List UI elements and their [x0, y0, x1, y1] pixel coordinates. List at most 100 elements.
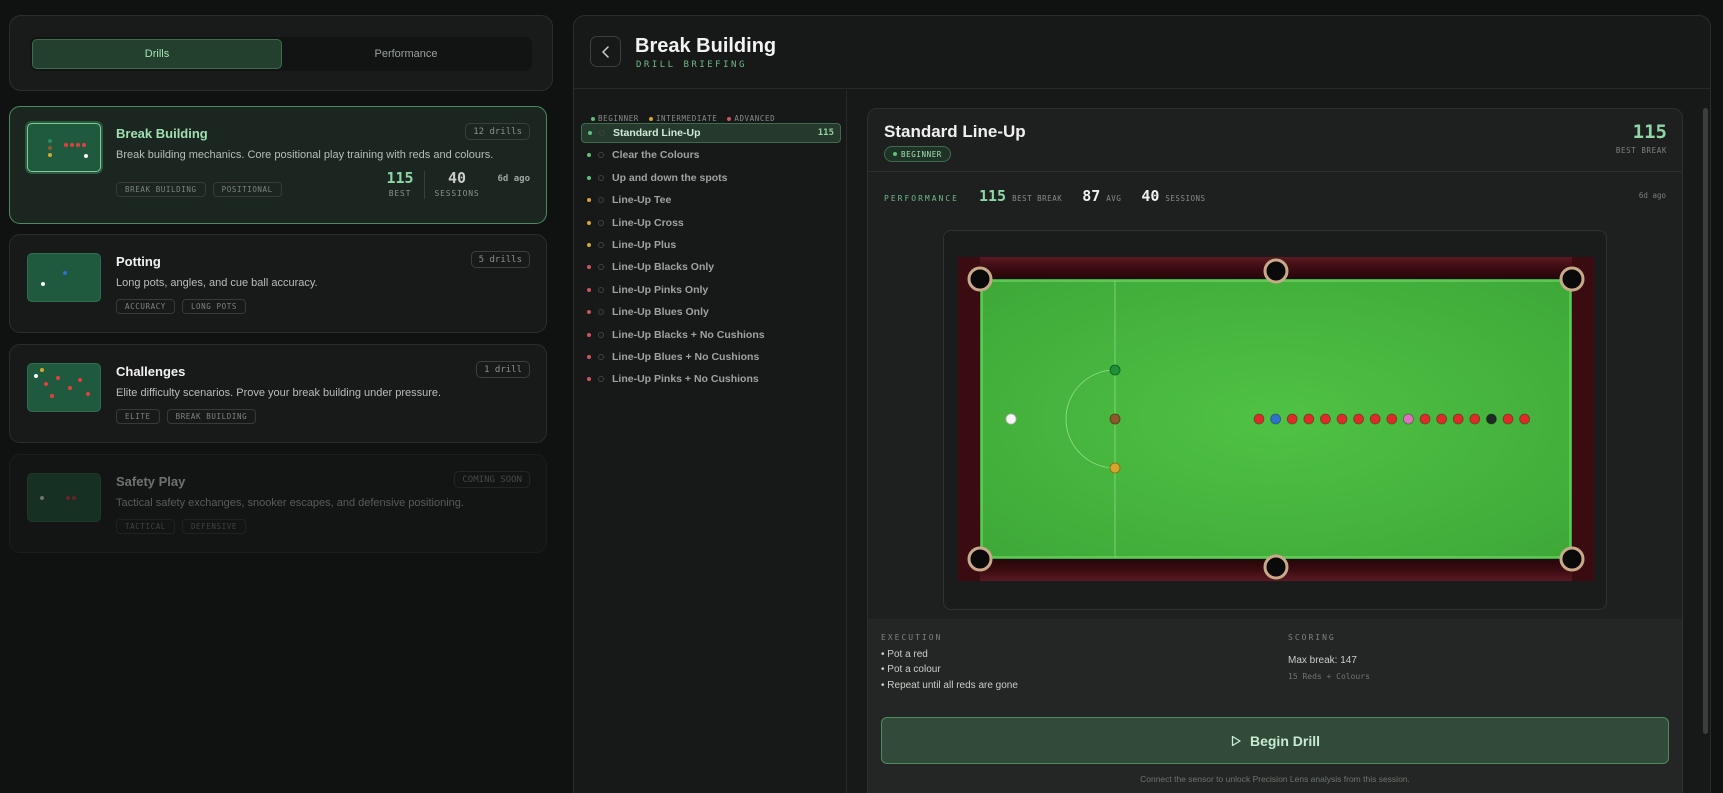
drill-list-item[interactable]: Line-Up Blues Only — [581, 302, 841, 322]
begin-drill-button[interactable]: Begin Drill — [881, 717, 1669, 764]
drill-list-item[interactable]: Line-Up Blues + No Cushions — [581, 347, 841, 367]
drill-count-badge: 1 drill — [476, 361, 530, 378]
perf-sessions: 40 — [1141, 187, 1160, 205]
drill-name: Standard Line-Up — [613, 127, 701, 139]
red-ball — [1319, 413, 1331, 425]
red-ball — [1519, 413, 1530, 425]
last-played: 6d ago — [497, 174, 530, 184]
back-button[interactable] — [590, 36, 621, 67]
drill-briefing-panel: Break Building DRILL BRIEFING BEGINNER I… — [573, 15, 1711, 793]
drill-list-item[interactable]: Line-Up Plus — [581, 235, 841, 255]
drill-title: Standard Line-Up — [884, 122, 1026, 141]
category-card-potting[interactable]: Potting 5 drills Long pots, angles, and … — [9, 234, 547, 333]
drill-name: Line-Up Pinks Only — [612, 283, 709, 296]
red-ball — [1353, 413, 1365, 425]
drill-name: Line-Up Plus — [612, 239, 677, 251]
tag: ACCURACY — [116, 299, 175, 314]
red-ball — [1303, 413, 1315, 425]
difficulty-dot — [588, 131, 592, 135]
difficulty-dot — [587, 243, 591, 247]
red-ball — [1253, 413, 1265, 425]
drill-count-badge: 5 drills — [470, 251, 530, 268]
difficulty-dot — [587, 220, 591, 225]
table-thumbnail — [27, 253, 101, 302]
difficulty-dot — [587, 198, 591, 203]
difficulty-dot — [587, 332, 591, 337]
category-title: Challenges — [116, 364, 186, 379]
difficulty-dot — [587, 310, 591, 315]
category-card-challenges[interactable]: Challenges 1 drill Elite difficulty scen… — [9, 344, 547, 443]
red-ball — [1436, 413, 1448, 425]
play-icon — [1231, 735, 1241, 746]
drill-list-item[interactable]: Line-Up Tee — [581, 190, 841, 210]
perf-best: 115 — [978, 187, 1007, 205]
intermediate-dot — [648, 116, 653, 121]
best-stat: 115 BEST — [386, 169, 414, 198]
category-tags: TACTICAL DEFENSIVE — [116, 519, 246, 534]
difficulty-dot — [587, 153, 591, 158]
table-diagram-frame — [943, 230, 1607, 610]
scoring-note: 15 Reds + Colours — [1288, 672, 1370, 681]
drill-list-item[interactable]: Line-Up Blacks + No Cushions — [581, 325, 841, 345]
table-thumbnail — [27, 473, 101, 522]
difficulty-dot — [587, 287, 591, 292]
drill-list-item[interactable]: Clear the Colours — [581, 145, 841, 165]
category-description: Long pots, angles, and cue ball accuracy… — [116, 277, 318, 289]
drill-name: Line-Up Tee — [612, 194, 672, 207]
red-ball — [1369, 413, 1381, 425]
best-break-value: 115 — [1632, 121, 1667, 143]
category-title: Safety Play — [116, 474, 186, 489]
red-ball — [1502, 413, 1514, 425]
red-ball — [1469, 413, 1481, 425]
category-description: Elite difficulty scenarios. Prove your b… — [116, 387, 442, 399]
drill-list: BEGINNER INTERMEDIATE ADVANCED Standard … — [574, 90, 847, 793]
difficulty-legend: BEGINNER INTERMEDIATE ADVANCED — [591, 114, 775, 123]
drill-best-score: 115 — [817, 128, 834, 138]
completion-circle-icon — [598, 219, 604, 226]
drill-list-item[interactable]: Line-Up Pinks Only — [581, 280, 841, 300]
drill-list-item[interactable]: Line-Up Pinks + No Cushions — [581, 369, 841, 389]
drill-name: Line-Up Blacks + No Cushions — [612, 328, 765, 341]
difficulty-dot — [587, 265, 591, 270]
drill-list-item[interactable]: Line-Up Cross — [581, 213, 841, 233]
drill-list-item[interactable]: Line-Up Blacks Only — [581, 257, 841, 277]
drill-name: Line-Up Pinks + No Cushions — [612, 373, 759, 386]
drill-list-item[interactable]: Standard Line-Up 115 — [581, 123, 841, 143]
drill-list-item[interactable]: Up and down the spots — [581, 168, 841, 188]
advanced-dot — [727, 116, 732, 121]
scrollbar[interactable] — [1702, 16, 1710, 793]
drill-name: Line-Up Blues Only — [612, 306, 709, 319]
completion-circle-icon — [598, 331, 604, 338]
scrollbar-thumb[interactable] — [1703, 108, 1708, 734]
category-column: Drills Performance Break Building 12 dri… — [9, 15, 554, 553]
red-ball — [1452, 413, 1464, 425]
drill-name: Line-Up Blues + No Cushions — [612, 351, 760, 363]
page-title: Break Building — [635, 35, 777, 57]
category-tags: BREAK BUILDING POSITIONAL — [116, 182, 282, 197]
max-break: Max break: 147 — [1288, 655, 1357, 666]
tab-drills[interactable]: Drills — [32, 39, 282, 69]
red-ball — [1286, 413, 1298, 425]
completion-circle-icon — [598, 197, 604, 204]
view-tabs-panel: Drills Performance — [9, 15, 553, 91]
execution-step: • Pot a red — [881, 649, 928, 660]
perf-avg: 87 — [1082, 187, 1101, 205]
completion-circle-icon — [598, 286, 604, 293]
difficulty-dot — [587, 377, 591, 382]
view-tabs: Drills Performance — [30, 37, 532, 71]
tag: TACTICAL — [116, 519, 175, 534]
category-card-break-building[interactable]: Break Building 12 drills Break building … — [9, 106, 547, 224]
drill-info-section: EXECUTION • Pot a red • Pot a colour • R… — [868, 619, 1682, 793]
category-description: Tactical safety exchanges, snooker escap… — [116, 497, 464, 509]
sessions-stat: 40 SESSIONS — [434, 169, 480, 198]
cue-ball — [1005, 413, 1017, 425]
category-card-safety-play: Safety Play COMING SOON Tactical safety … — [9, 454, 547, 553]
category-title: Break Building — [116, 126, 208, 141]
completion-circle-icon — [598, 242, 604, 248]
page-subtitle: DRILL BRIEFING — [636, 60, 747, 70]
tag: BREAK BUILDING — [166, 409, 257, 424]
drill-detail-card: Standard Line-Up BEGINNER 115 BEST BREAK… — [867, 108, 1683, 793]
sensor-hint: Connect the sensor to unlock Precision L… — [1140, 774, 1410, 784]
tab-performance[interactable]: Performance — [282, 39, 530, 69]
performance-row: PERFORMANCE 115 BEST BREAK 87 AVG 40 SES… — [884, 187, 1206, 205]
